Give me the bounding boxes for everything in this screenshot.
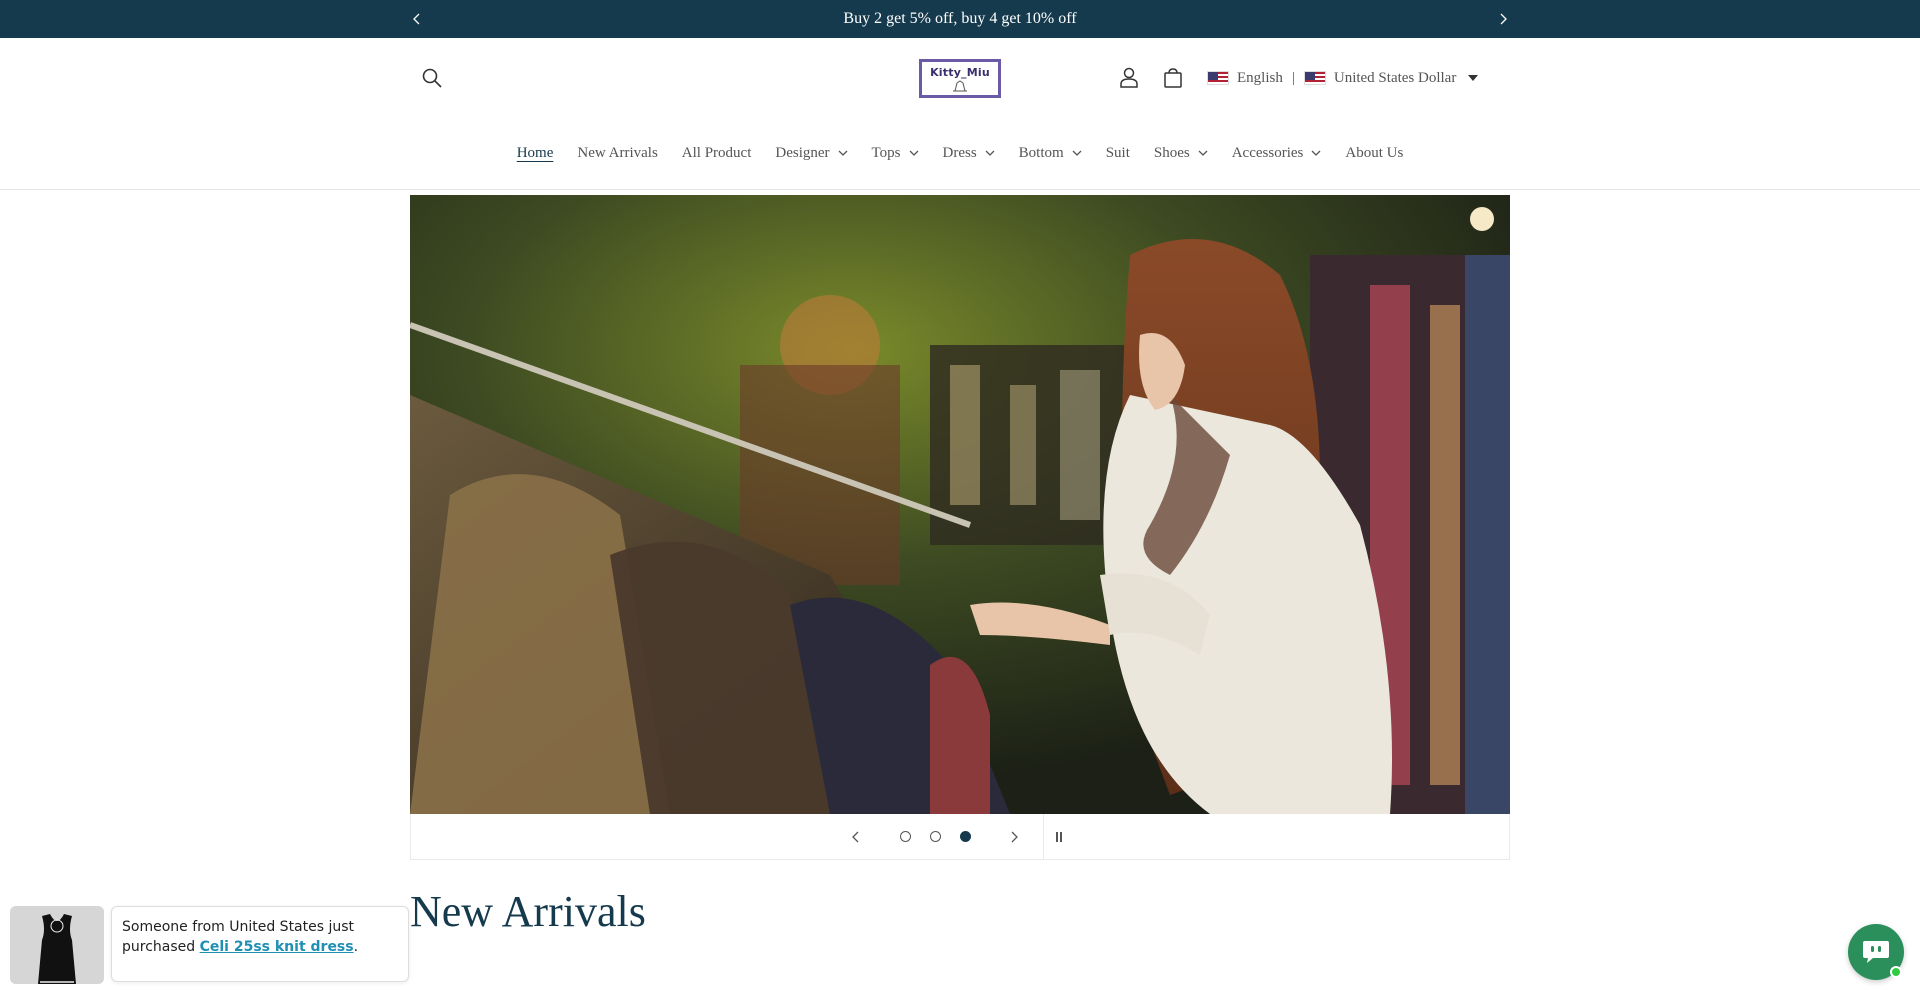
slide-prev-button[interactable]	[841, 814, 871, 860]
nav-item-designer[interactable]: Designer	[763, 138, 859, 168]
announcement-text: Buy 2 get 5% off, buy 4 get 10% off	[843, 10, 1077, 27]
site-logo[interactable]: Kitty_Miu	[919, 59, 1001, 98]
recent-purchase-popup: Someone from United States just purchase…	[111, 906, 409, 982]
chevron-down-icon	[838, 150, 848, 156]
nav-item-all-product[interactable]: All Product	[670, 138, 764, 168]
site-header: Kitty_Miu English | United States Dollar…	[0, 38, 1920, 190]
locale-separator: |	[1291, 69, 1295, 86]
us-flag-icon	[1303, 71, 1326, 85]
popup-product-link[interactable]: Celi 25ss knit dress	[200, 939, 354, 955]
nav-item-suit[interactable]: Suit	[1094, 138, 1142, 168]
new-arrivals-heading: New Arrivals	[410, 887, 646, 936]
pause-icon	[1056, 832, 1062, 842]
caret-down-icon	[1468, 75, 1479, 81]
logo-text: Kitty_Miu	[930, 66, 990, 79]
search-button[interactable]	[418, 64, 446, 92]
online-status-dot	[1890, 966, 1902, 978]
popup-product-image[interactable]	[10, 906, 104, 984]
chevron-down-icon	[909, 150, 918, 156]
slide-dot-2[interactable]	[930, 831, 941, 842]
language-label: English	[1237, 69, 1283, 86]
slide-next-button[interactable]	[999, 814, 1029, 860]
cart-button[interactable]	[1160, 65, 1186, 91]
nav-item-accessories[interactable]: Accessories	[1220, 138, 1334, 168]
nav-item-about-us[interactable]: About Us	[1333, 138, 1415, 168]
nav-item-home[interactable]: Home	[505, 138, 566, 168]
user-icon	[1120, 67, 1138, 88]
account-button[interactable]	[1116, 65, 1142, 91]
nav-item-tops[interactable]: Tops	[860, 138, 931, 168]
cat-logo-icon	[953, 80, 967, 92]
announcement-next-button[interactable]	[1488, 0, 1518, 38]
locale-selector[interactable]: English | United States Dollar	[1207, 64, 1479, 92]
chevron-down-icon	[1311, 150, 1321, 156]
slideshow-controls	[410, 814, 1510, 860]
slideshow-pause-button[interactable]	[1044, 814, 1074, 860]
popup-text-end: .	[353, 939, 359, 955]
chevron-right-icon	[1011, 831, 1018, 843]
chevron-right-icon	[1500, 13, 1507, 25]
nav-item-shoes[interactable]: Shoes	[1142, 138, 1220, 168]
currency-label: United States Dollar	[1333, 69, 1457, 86]
slide-dot-3[interactable]	[960, 831, 971, 842]
chat-icon	[1863, 941, 1889, 963]
chat-widget-button[interactable]	[1848, 924, 1904, 980]
search-icon	[422, 68, 442, 88]
chevron-down-icon	[1072, 150, 1082, 156]
main-nav: Home New Arrivals All Product Designer T…	[0, 138, 1920, 168]
nav-item-dress[interactable]: Dress	[931, 138, 1007, 168]
us-flag-icon	[1207, 71, 1229, 85]
nav-item-bottom[interactable]: Bottom	[1007, 138, 1094, 168]
announcement-bar: Buy 2 get 5% off, buy 4 get 10% off	[0, 0, 1920, 38]
chevron-left-icon	[852, 831, 859, 843]
chevron-down-icon	[985, 150, 995, 156]
cart-icon	[1164, 68, 1182, 88]
hero-slide-image	[410, 195, 1510, 814]
chevron-down-icon	[1198, 150, 1208, 156]
slide-dot-1[interactable]	[900, 831, 911, 842]
nav-item-new-arrivals[interactable]: New Arrivals	[565, 138, 669, 168]
